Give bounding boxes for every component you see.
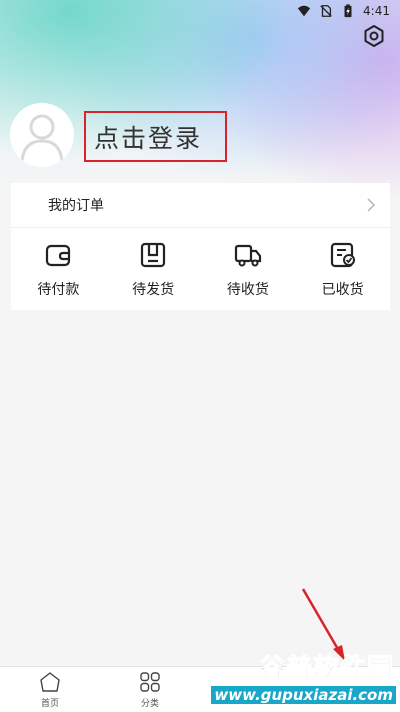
delivery-truck-icon <box>234 244 261 267</box>
order-status-received[interactable]: 已收货 <box>295 239 390 299</box>
order-status-pending-shipment[interactable]: 待发货 <box>106 239 201 299</box>
order-status-row: 待付款 待发货 待收货 已收货 <box>11 228 390 310</box>
tab-label: 首页 <box>40 698 59 709</box>
default-user-icon <box>10 103 74 167</box>
status-label: 待收货 <box>226 282 269 298</box>
status-bar: 4:41 <box>0 0 400 22</box>
home-icon <box>40 671 60 692</box>
tab-label: 分类 <box>140 698 159 709</box>
my-orders-row[interactable]: 我的订单 <box>11 183 390 228</box>
my-orders-label: 我的订单 <box>48 198 104 214</box>
header-background <box>0 0 400 200</box>
order-status-pending-payment[interactable]: 待付款 <box>11 239 106 299</box>
package-icon <box>141 242 166 268</box>
wifi-icon <box>297 5 311 17</box>
no-sim-icon <box>320 5 332 17</box>
status-label: 待付款 <box>37 282 80 298</box>
status-label: 已收货 <box>321 282 364 298</box>
status-time: 4:41 <box>363 4 390 18</box>
bottom-tab-bar: 首页 分类 <box>0 666 400 712</box>
settings-gear-icon[interactable] <box>362 24 386 48</box>
status-label: 待发货 <box>132 282 175 298</box>
tab-home[interactable]: 首页 <box>0 667 100 712</box>
tab-category[interactable]: 分类 <box>100 667 200 712</box>
login-prompt[interactable]: 点击登录 <box>84 111 227 162</box>
orders-card: 我的订单 待付款 待发货 待收货 已收货 <box>11 183 390 310</box>
received-check-icon <box>330 242 355 268</box>
order-status-pending-receipt[interactable]: 待收货 <box>201 239 296 299</box>
wallet-icon <box>46 244 71 267</box>
chevron-right-icon <box>367 198 376 212</box>
red-arrow-annotation <box>301 588 345 661</box>
battery-charging-icon <box>344 4 352 18</box>
category-grid-icon <box>140 671 160 692</box>
avatar[interactable] <box>10 103 74 167</box>
login-label: 点击登录 <box>94 123 203 153</box>
